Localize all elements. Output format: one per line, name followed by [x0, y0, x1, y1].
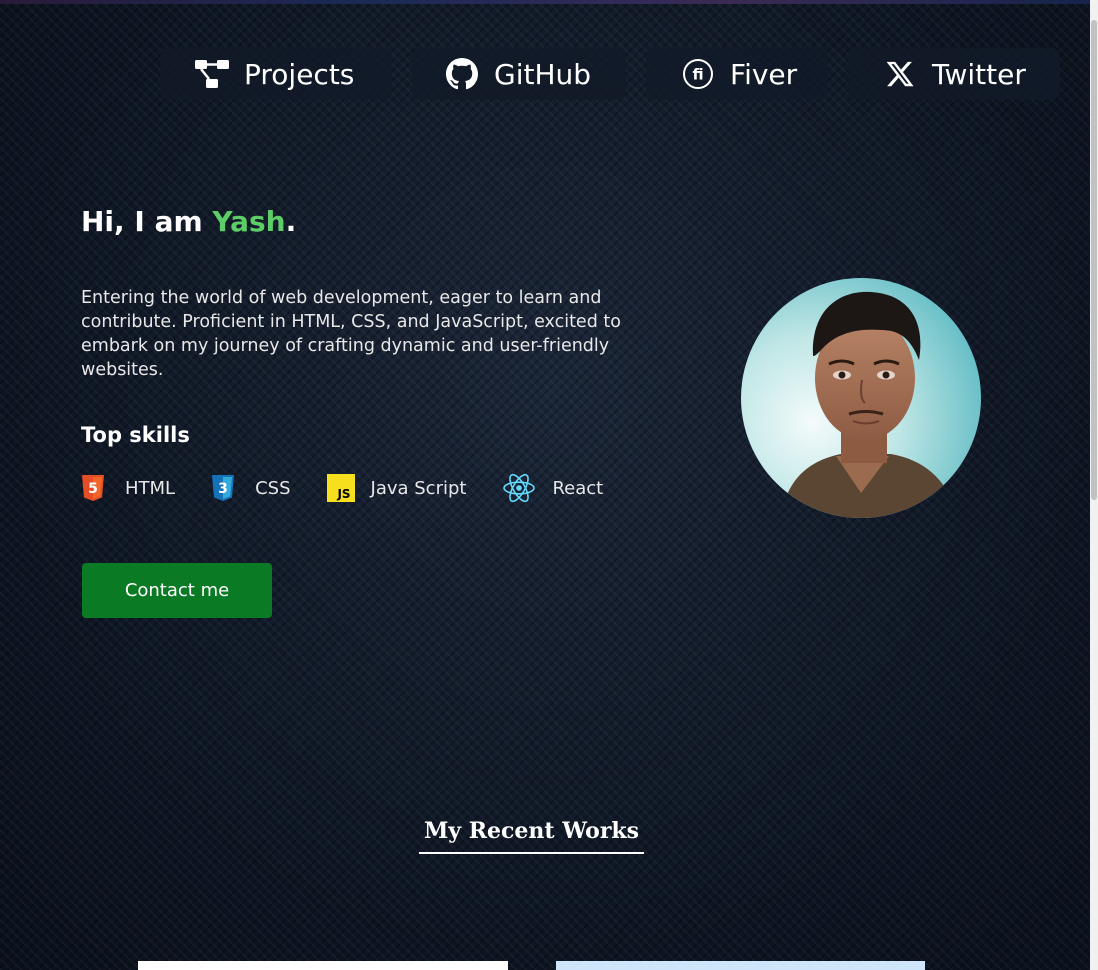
svg-text:JS: JS: [336, 487, 350, 501]
skill-react-label: React: [552, 477, 604, 499]
nav-github-label: GitHub: [494, 57, 592, 91]
projects-icon: [194, 56, 230, 92]
skills-list: 5 HTML 3 CSS JS Java Script React: [81, 473, 639, 503]
github-icon: [444, 56, 480, 92]
skill-html: 5 HTML: [81, 474, 175, 502]
nav-twitter-label: Twitter: [932, 57, 1026, 91]
svg-text:5: 5: [88, 481, 98, 497]
greeting-suffix: .: [285, 205, 297, 238]
work-card-2[interactable]: [556, 961, 925, 970]
skill-javascript-label: Java Script: [370, 477, 467, 499]
nav-projects-link[interactable]: Projects: [160, 48, 392, 100]
skill-react: React: [502, 473, 603, 503]
greeting-prefix: Hi, I am: [81, 205, 213, 238]
skill-html-label: HTML: [125, 477, 176, 499]
top-banner-strip: [0, 0, 1090, 4]
skills-title: Top skills: [81, 423, 190, 447]
nav-twitter-link[interactable]: Twitter: [848, 48, 1060, 100]
react-icon: [502, 473, 536, 503]
nav-github-link[interactable]: GitHub: [412, 48, 626, 100]
skill-javascript: JS Java Script: [326, 474, 467, 502]
svg-text:3: 3: [218, 481, 228, 497]
html5-icon: 5: [81, 474, 109, 502]
skill-css: 3 CSS: [211, 474, 291, 502]
profile-photo: [741, 278, 981, 518]
top-navigation: Projects GitHub fi Fiver Twitter: [160, 48, 1060, 100]
fiverr-icon: fi: [680, 56, 716, 92]
nav-projects-label: Projects: [244, 57, 355, 91]
scrollbar-thumb[interactable]: [1091, 20, 1097, 500]
x-icon: [882, 56, 918, 92]
recent-works-title: My Recent Works: [419, 818, 644, 854]
hero-bio: Entering the world of web development, e…: [81, 288, 621, 380]
contact-me-button[interactable]: Contact me: [82, 563, 272, 618]
javascript-icon: JS: [326, 474, 355, 502]
greeting-name: Yash: [212, 205, 286, 238]
svg-text:fi: fi: [692, 66, 703, 84]
page-scrollbar[interactable]: [1090, 0, 1098, 970]
nav-fiverr-link[interactable]: fi Fiver: [646, 48, 828, 100]
nav-fiverr-label: Fiver: [730, 57, 798, 91]
skill-css-label: CSS: [255, 477, 291, 499]
css3-icon: 3: [211, 474, 239, 502]
hero-greeting: Hi, I am Yash.: [81, 205, 296, 238]
work-card-1[interactable]: [138, 961, 508, 970]
